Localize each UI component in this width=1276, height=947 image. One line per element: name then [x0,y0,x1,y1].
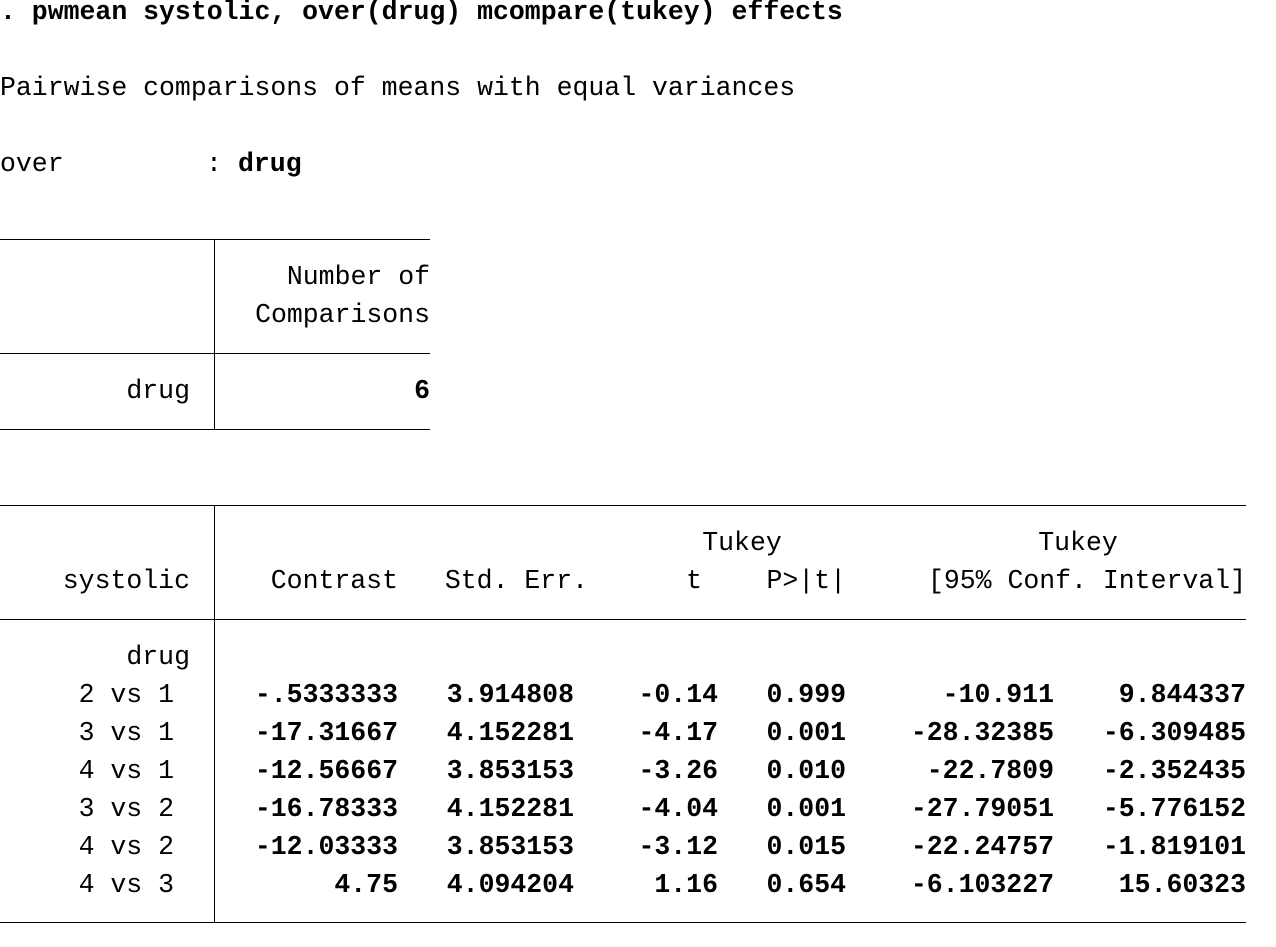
cell-t: -3.12 [638,832,718,862]
comparisons-row-value: 6 [414,376,430,406]
cell-p: 0.999 [766,680,846,710]
results-table-header-rule [0,619,1246,620]
cell-ci-high: 9.844337 [1118,680,1246,710]
cell-ci-high: -1.819101 [1102,832,1246,862]
cell-ci-low: -22.7809 [926,756,1054,786]
cell-p: 0.010 [766,756,846,786]
cell-std-err: 4.152281 [446,794,574,824]
cell-contrast: -.5333333 [254,680,398,710]
row-label: 2 vs 1 [78,680,174,710]
cell-t: -4.17 [638,718,718,748]
cell-p: 0.015 [766,832,846,862]
row-label: 4 vs 1 [78,756,174,786]
results-table-top-rule [0,505,1246,506]
header-depvar: systolic [62,566,190,596]
cell-contrast: 4.75 [334,870,398,900]
header-t: t [686,566,702,596]
cell-ci-low: -28.32385 [910,718,1054,748]
cell-ci-low: -27.79051 [910,794,1054,824]
comparisons-table-top-rule [0,239,430,240]
row-label: 4 vs 3 [78,870,174,900]
comparisons-table-header-rule [0,353,430,354]
cell-std-err: 3.914808 [446,680,574,710]
cell-ci-low: -22.24757 [910,832,1054,862]
row-label: 3 vs 1 [78,718,174,748]
over-label: over [0,149,64,179]
cell-std-err: 3.853153 [446,832,574,862]
cell-ci-high: 15.60323 [1118,870,1246,900]
row-label: 4 vs 2 [78,832,174,862]
cell-p: 0.654 [766,870,846,900]
cell-contrast: -12.56667 [254,756,398,786]
header-tukey-ci: Tukey [1038,528,1118,558]
comparisons-header-line1: Number of [286,262,430,292]
cell-ci-low: -10.911 [942,680,1054,710]
comparisons-header-line2: Comparisons [255,300,430,330]
over-separator: : [206,149,222,179]
cell-p: 0.001 [766,718,846,748]
cell-t: -4.04 [638,794,718,824]
header-p: P>|t| [766,566,846,596]
cell-contrast: -17.31667 [254,718,398,748]
header-std-err: Std. Err. [444,566,588,596]
cell-std-err: 3.853153 [446,756,574,786]
header-contrast: Contrast [270,566,398,596]
cell-ci-high: -5.776152 [1102,794,1246,824]
command-line: . pwmean systolic, over(drug) mcompare(t… [0,0,843,27]
cell-ci-low: -6.103227 [910,870,1054,900]
cell-std-err: 4.094204 [446,870,574,900]
header-ci: [95% Conf. Interval] [927,566,1246,596]
cell-contrast: -16.78333 [254,794,398,824]
comparisons-row-label: drug [126,376,190,406]
output-title: Pairwise comparisons of means with equal… [0,73,796,103]
cell-t: 1.16 [654,870,718,900]
row-label: 3 vs 2 [78,794,174,824]
cell-ci-high: -6.309485 [1102,718,1246,748]
comparisons-table-bottom-rule [0,429,430,430]
cell-t: -3.26 [638,756,718,786]
group-label: drug [126,642,190,672]
results-table-bottom-rule [0,922,1246,923]
header-tukey-t: Tukey [702,528,782,558]
cell-t: -0.14 [638,680,718,710]
cell-p: 0.001 [766,794,846,824]
cell-contrast: -12.03333 [254,832,398,862]
cell-std-err: 4.152281 [446,718,574,748]
cell-ci-high: -2.352435 [1102,756,1246,786]
over-value: drug [238,149,302,179]
